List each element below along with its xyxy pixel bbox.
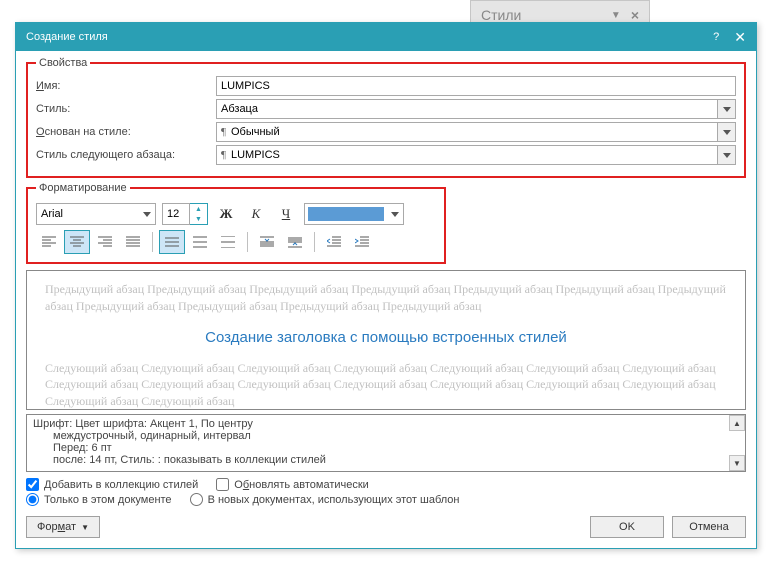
color-swatch xyxy=(308,207,384,221)
bold-button[interactable]: Ж xyxy=(214,203,238,225)
chevron-down-icon: ▼ xyxy=(190,214,207,224)
close-icon[interactable]: ✕ xyxy=(734,29,746,46)
style-description-box: Шрифт: Цвет шрифта: Акцент 1, По центру … xyxy=(26,414,746,472)
space-after-button[interactable] xyxy=(282,230,308,254)
dialog-titlebar: Создание стиля ? ✕ xyxy=(16,23,756,51)
new-documents-radio[interactable]: В новых документах, использующих этот ша… xyxy=(190,493,460,506)
name-label: Имя: xyxy=(36,80,216,92)
italic-button[interactable]: К xyxy=(244,203,268,225)
font-color-select[interactable] xyxy=(304,203,404,225)
space-before-button[interactable] xyxy=(254,230,280,254)
help-icon[interactable]: ? xyxy=(713,31,719,43)
desc-line: Перед: 6 пт xyxy=(33,442,739,454)
align-left-button[interactable] xyxy=(36,230,62,254)
chevron-up-icon: ▲ xyxy=(190,204,207,214)
align-right-button[interactable] xyxy=(92,230,118,254)
color-dropdown-icon[interactable] xyxy=(387,212,403,217)
style-type-select[interactable]: Абзаца xyxy=(216,99,718,119)
desc-line: Шрифт: Цвет шрифта: Акцент 1, По центру xyxy=(33,418,739,430)
chevron-down-icon: ▼ xyxy=(81,523,89,532)
styles-pane-title: Стили xyxy=(481,7,611,23)
desc-line: междустрочный, одинарный, интервал xyxy=(33,430,739,442)
only-this-document-radio[interactable]: Только в этом документе xyxy=(26,493,172,506)
align-center-button[interactable] xyxy=(64,230,90,254)
name-input[interactable]: LUMPICS xyxy=(216,76,736,96)
desc-line: после: 14 пт, Стиль: : показывать в колл… xyxy=(33,454,739,466)
paragraph-toolbar xyxy=(36,230,436,254)
pilcrow-icon: ¶ xyxy=(221,149,226,161)
outdent-button[interactable] xyxy=(321,230,347,254)
next-style-dropdown-icon[interactable] xyxy=(718,145,736,165)
pilcrow-icon: ¶ xyxy=(221,126,226,138)
font-select[interactable]: Arial xyxy=(36,203,156,225)
properties-legend: Свойства xyxy=(36,57,90,69)
next-style-select[interactable]: ¶LUMPICS xyxy=(216,145,718,165)
font-size-spin-buttons[interactable]: ▲ ▼ xyxy=(190,203,208,225)
dialog-title: Создание стиля xyxy=(26,31,108,43)
create-style-dialog: Создание стиля ? ✕ Свойства Имя: LUMPICS… xyxy=(15,22,757,549)
scroll-up-icon[interactable]: ▲ xyxy=(729,415,745,431)
formatting-group: Форматирование Arial 12 ▲ ▼ Ж К Ч xyxy=(26,182,446,264)
cancel-button[interactable]: Отмена xyxy=(672,516,746,538)
underline-button[interactable]: Ч xyxy=(274,203,298,225)
preview-sample-text: Создание заголовка с помощью встроенных … xyxy=(45,329,727,346)
spacing-1-button[interactable] xyxy=(159,230,185,254)
font-dropdown-icon[interactable] xyxy=(143,212,151,217)
spacing-2-button[interactable] xyxy=(215,230,241,254)
font-size-stepper[interactable]: 12 ▲ ▼ xyxy=(162,203,208,225)
auto-update-checkbox[interactable]: Обновлять автоматически xyxy=(216,478,369,491)
ok-button[interactable]: OK xyxy=(590,516,664,538)
based-on-dropdown-icon[interactable] xyxy=(718,122,736,142)
indent-button[interactable] xyxy=(349,230,375,254)
add-to-gallery-checkbox[interactable]: Добавить в коллекцию стилей xyxy=(26,478,198,491)
style-type-label: Стиль: xyxy=(36,103,216,115)
preview-next-para: Следующий абзац Следующий абзац Следующи… xyxy=(45,360,727,410)
align-justify-button[interactable] xyxy=(120,230,146,254)
spacing-1-5-button[interactable] xyxy=(187,230,213,254)
styles-pane-arrow-icon[interactable]: ▼ xyxy=(611,10,621,21)
properties-group: Свойства Имя: LUMPICS Стиль: Абзаца Осно… xyxy=(26,57,746,178)
preview-prev-para: Предыдущий абзац Предыдущий абзац Предыд… xyxy=(45,281,727,315)
based-on-label: Основан на стиле: xyxy=(36,126,216,138)
style-type-dropdown-icon[interactable] xyxy=(718,99,736,119)
formatting-legend: Форматирование xyxy=(36,182,130,194)
styles-pane-close-icon[interactable]: × xyxy=(631,7,639,23)
scroll-down-icon[interactable]: ▼ xyxy=(729,455,745,471)
next-style-label: Стиль следующего абзаца: xyxy=(36,149,216,161)
preview-pane: Предыдущий абзац Предыдущий абзац Предыд… xyxy=(26,270,746,410)
based-on-select[interactable]: ¶Обычный xyxy=(216,122,718,142)
format-button[interactable]: Формат▼ xyxy=(26,516,100,538)
